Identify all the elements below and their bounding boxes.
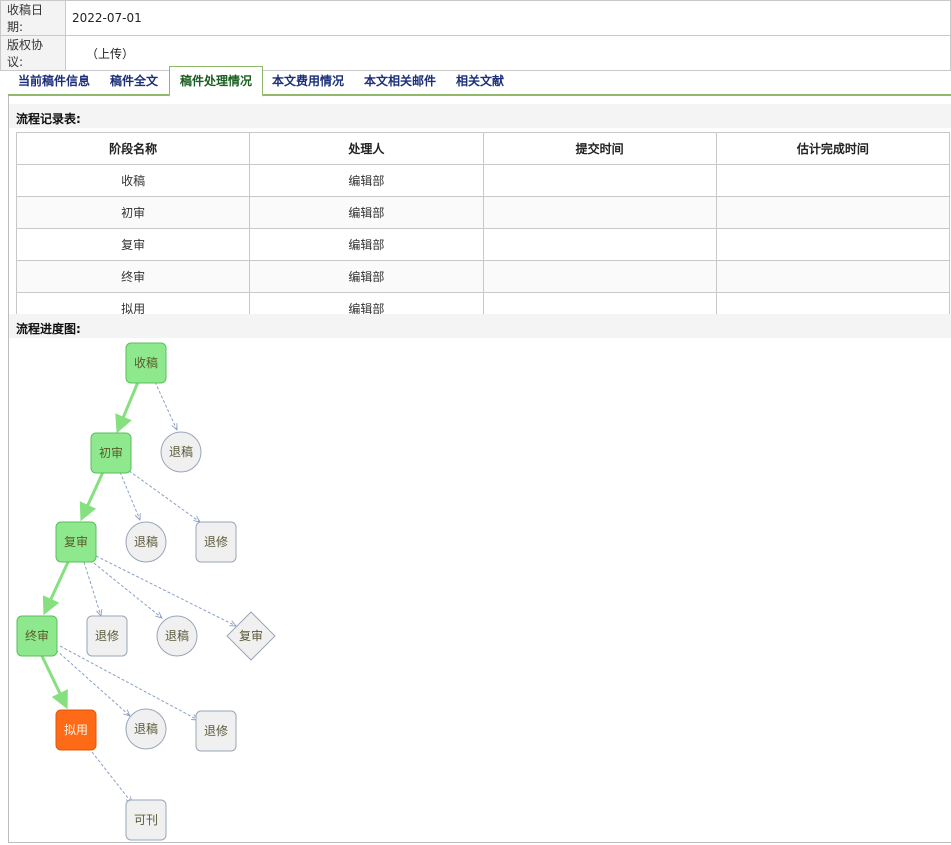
node-revise[interactable]: 退修 — [195, 521, 237, 563]
col-estimated-finish: 估计完成时间 — [715, 132, 951, 165]
process-flow-diagram: 收稿 退稿 初审 退稿 退修 复审 退修 退稿 复审 终审 拟用 退稿 退修 可… — [16, 342, 276, 841]
node-revise[interactable]: 退修 — [86, 615, 128, 657]
node-reject[interactable]: 退稿 — [125, 708, 167, 750]
table-header-row: 阶段名称 处理人 提交时间 估计完成时间 — [15, 132, 951, 165]
edge-initial-to-reject — [119, 471, 140, 520]
received-date-value: 2022-07-01 — [65, 0, 951, 36]
tab-processing-status[interactable]: 稿件处理情况 — [169, 66, 264, 97]
node-label: 复审 — [64, 534, 88, 549]
edge-second-to-final — [42, 561, 70, 616]
edge-initial-to-revise — [124, 467, 200, 522]
node-label: 退稿 — [134, 721, 158, 736]
col-submit-time: 提交时间 — [482, 132, 717, 165]
table-row: 复审 编辑部 — [15, 228, 951, 261]
node-reject[interactable]: 退稿 — [125, 521, 167, 563]
tab-related-emails[interactable]: 本文相关邮件 — [354, 68, 446, 94]
tab-references[interactable]: 相关文献 — [446, 68, 514, 94]
tab-fees[interactable]: 本文费用情况 — [262, 68, 354, 94]
cell-handler: 编辑部 — [249, 260, 484, 293]
node-label: 收稿 — [134, 355, 158, 370]
table-row: 初审 编辑部 — [15, 196, 951, 229]
cell-stage: 复审 — [15, 228, 251, 261]
node-final-review[interactable]: 终审 — [16, 615, 58, 657]
records-title-bar — [9, 104, 951, 128]
tab-bar: 当前稿件信息 稿件全文 稿件处理情况 本文费用情况 本文相关邮件 相关文献 — [8, 66, 951, 97]
node-label: 退稿 — [165, 628, 189, 643]
node-initial-review[interactable]: 初审 — [90, 432, 132, 474]
node-review-decision[interactable]: 复审 — [226, 611, 276, 661]
cell-handler: 编辑部 — [249, 196, 484, 229]
received-date-label: 收稿日期: — [0, 0, 66, 36]
cell-handler: 编辑部 — [249, 164, 484, 197]
cell-estimated-finish — [715, 228, 951, 261]
cell-handler: 编辑部 — [249, 228, 484, 261]
node-receive[interactable]: 收稿 — [125, 342, 167, 384]
node-label: 退修 — [204, 534, 228, 549]
cell-stage: 终审 — [15, 260, 251, 293]
node-label: 拟用 — [64, 723, 88, 737]
edge-final-to-revise — [59, 645, 198, 720]
node-label: 退稿 — [169, 444, 193, 459]
tab-current-info[interactable]: 当前稿件信息 — [8, 68, 100, 94]
col-handler: 处理人 — [249, 132, 484, 165]
node-label: 退修 — [95, 628, 119, 643]
tab-full-text[interactable]: 稿件全文 — [100, 68, 168, 94]
edge-receive-to-initial — [115, 381, 140, 434]
info-row-received-date: 收稿日期: 2022-07-01 — [0, 0, 951, 36]
node-revise[interactable]: 退修 — [195, 710, 237, 752]
node-reject[interactable]: 退稿 — [160, 431, 202, 473]
edge-final-to-proposed — [40, 655, 68, 710]
node-second-review[interactable]: 复审 — [55, 521, 97, 563]
node-publishable[interactable]: 可刊 — [125, 799, 167, 841]
records-title: 流程记录表: — [16, 112, 81, 126]
edge-proposed-to-publishable — [91, 751, 132, 803]
table-row: 终审 编辑部 — [15, 260, 951, 293]
edge-second-to-revise — [83, 561, 101, 616]
edge-final-to-reject — [55, 649, 130, 716]
edge-initial-to-second — [79, 471, 105, 522]
node-label: 可刊 — [134, 813, 158, 827]
cell-estimated-finish — [715, 196, 951, 229]
manuscript-info-table: 收稿日期: 2022-07-01 版权协议: （上传） — [0, 0, 951, 71]
cell-submit-time — [482, 196, 717, 229]
cell-submit-time — [482, 228, 717, 261]
node-label: 退稿 — [134, 534, 158, 549]
table-row: 收稿 编辑部 — [15, 164, 951, 197]
cell-submit-time — [482, 164, 717, 197]
node-proposed-use[interactable]: 拟用 — [55, 709, 97, 751]
cell-stage: 收稿 — [15, 164, 251, 197]
process-record-table: 阶段名称 处理人 提交时间 估计完成时间 收稿 编辑部 初审 编辑部 复审 编辑… — [15, 132, 951, 325]
col-stage-name: 阶段名称 — [15, 132, 251, 165]
node-label: 终审 — [25, 628, 49, 643]
cell-stage: 初审 — [15, 196, 251, 229]
node-label: 退修 — [204, 723, 228, 738]
node-reject[interactable]: 退稿 — [156, 615, 198, 657]
node-label: 复审 — [239, 628, 263, 643]
edge-receive-to-reject — [154, 381, 177, 430]
cell-estimated-finish — [715, 260, 951, 293]
node-label: 初审 — [99, 445, 123, 460]
cell-submit-time — [482, 260, 717, 293]
edge-second-to-reject — [89, 559, 162, 618]
cell-estimated-finish — [715, 164, 951, 197]
